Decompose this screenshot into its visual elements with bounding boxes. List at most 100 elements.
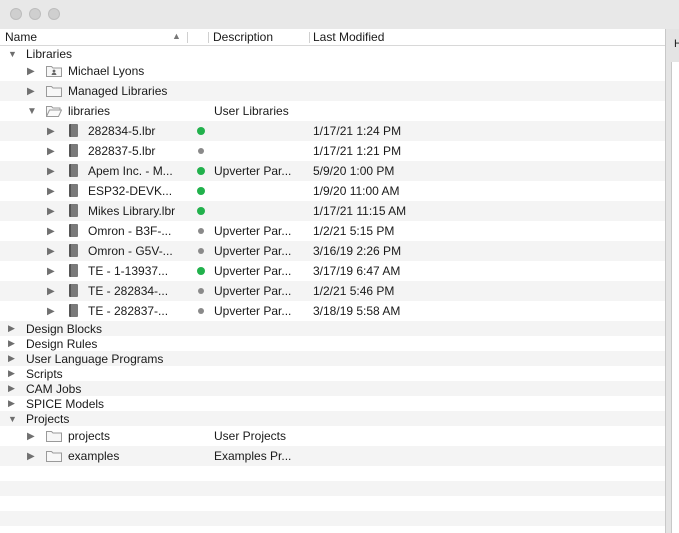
status-dot-icon — [198, 288, 204, 294]
folder-icon — [46, 86, 62, 97]
disclosure-collapsed-icon[interactable]: ▶ — [8, 398, 15, 409]
library-book-icon — [69, 124, 78, 137]
folder-icon — [46, 431, 62, 442]
library-row[interactable]: ▶ TE - 282837-... Upverter Par... 3/18/1… — [0, 301, 665, 321]
library-row[interactable]: ▶ Omron - B3F-... Upverter Par... 1/2/21… — [0, 221, 665, 241]
disclosure-collapsed-icon[interactable]: ▶ — [8, 383, 15, 394]
library-book-icon — [69, 284, 78, 297]
description-cell: Examples Pr... — [214, 449, 292, 463]
description-cell: Upverter Par... — [214, 284, 292, 298]
disclosure-collapsed-icon[interactable]: ▶ — [8, 338, 15, 349]
disclosure-collapsed-icon[interactable]: ▶ — [47, 126, 55, 137]
disclosure-collapsed-icon[interactable]: ▶ — [47, 286, 55, 297]
disclosure-collapsed-icon[interactable]: ▶ — [47, 206, 55, 217]
tree-row-libraries-folder[interactable]: ▼ libraries User Libraries — [0, 101, 665, 121]
tree-row-projects[interactable]: ▼ Projects — [0, 411, 665, 426]
library-row[interactable]: ▶ 282837-5.lbr 1/17/21 1:21 PM — [0, 141, 665, 161]
disclosure-collapsed-icon[interactable]: ▶ — [8, 353, 15, 364]
tree-row-design-blocks[interactable]: ▶ Design Blocks — [0, 321, 665, 336]
library-book-icon — [69, 144, 78, 157]
column-header: Name ▲ Description Last Modified — [0, 29, 665, 46]
column-last-modified[interactable]: Last Modified — [313, 30, 384, 44]
library-row[interactable]: ▶ 282834-5.lbr 1/17/21 1:24 PM — [0, 121, 665, 141]
library-row[interactable]: ▶ Mikes Library.lbr 1/17/21 11:15 AM — [0, 201, 665, 221]
disclosure-collapsed-icon[interactable]: ▶ — [47, 266, 55, 277]
category-label: Libraries — [26, 47, 73, 61]
status-dot-icon — [197, 187, 205, 195]
tree-row-spice-models[interactable]: ▶ SPICE Models — [0, 396, 665, 411]
folder-label: Michael Lyons — [68, 64, 145, 78]
library-book-icon — [69, 264, 78, 277]
disclosure-collapsed-icon[interactable]: ▶ — [47, 306, 55, 317]
open-folder-icon — [46, 106, 62, 117]
preview-pane-label: H — [674, 38, 679, 50]
disclosure-collapsed-icon[interactable]: ▶ — [8, 368, 15, 379]
user-folder-icon — [46, 66, 62, 77]
disclosure-collapsed-icon[interactable]: ▶ — [47, 146, 55, 157]
disclosure-collapsed-icon[interactable]: ▶ — [27, 451, 35, 462]
status-dot-icon — [197, 267, 205, 275]
tree-row-managed-libraries[interactable]: ▶ Managed Libraries — [0, 81, 665, 101]
empty-row — [0, 526, 665, 533]
library-name: Mikes Library.lbr — [88, 204, 176, 218]
tree-row-examples-folder[interactable]: ▶ examples Examples Pr... — [0, 446, 665, 466]
modified-cell: 1/9/20 11:00 AM — [313, 184, 400, 198]
sort-ascending-icon[interactable]: ▲ — [172, 31, 181, 41]
modified-cell: 5/9/20 1:00 PM — [313, 164, 395, 178]
category-label: User Language Programs — [26, 352, 164, 366]
modified-cell: 3/18/19 5:58 AM — [313, 304, 401, 318]
disclosure-expanded-icon[interactable]: ▼ — [8, 414, 17, 424]
status-dot-icon — [197, 207, 205, 215]
close-button[interactable] — [10, 8, 22, 20]
disclosure-collapsed-icon[interactable]: ▶ — [47, 246, 55, 257]
library-row[interactable]: ▶ TE - 1-13937... Upverter Par... 3/17/1… — [0, 261, 665, 281]
library-name: 282837-5.lbr — [88, 144, 156, 158]
zoom-button[interactable] — [48, 8, 60, 20]
tree-row-cam-jobs[interactable]: ▶ CAM Jobs — [0, 381, 665, 396]
column-separator — [187, 32, 188, 43]
disclosure-collapsed-icon[interactable]: ▶ — [47, 186, 55, 197]
minimize-button[interactable] — [29, 8, 41, 20]
library-book-icon — [69, 204, 78, 217]
preview-pane: H — [666, 29, 679, 533]
library-row[interactable]: ▶ TE - 282834-... Upverter Par... 1/2/21… — [0, 281, 665, 301]
library-row[interactable]: ▶ Apem Inc. - M... Upverter Par... 5/9/2… — [0, 161, 665, 181]
tree-row-user-language-programs[interactable]: ▶ User Language Programs — [0, 351, 665, 366]
tree-panel: Name ▲ Description Last Modified ▼ Libra… — [0, 29, 666, 533]
tree-row-design-rules[interactable]: ▶ Design Rules — [0, 336, 665, 351]
tree-row-libraries[interactable]: ▼ Libraries — [0, 46, 665, 61]
disclosure-collapsed-icon[interactable]: ▶ — [27, 86, 35, 97]
disclosure-expanded-icon[interactable]: ▼ — [8, 49, 17, 59]
column-name[interactable]: Name — [5, 30, 37, 44]
folder-label: projects — [68, 429, 111, 443]
library-book-icon — [69, 224, 78, 237]
disclosure-expanded-icon[interactable]: ▼ — [27, 106, 37, 117]
description-cell: Upverter Par... — [214, 224, 292, 238]
disclosure-collapsed-icon[interactable]: ▶ — [47, 166, 55, 177]
disclosure-collapsed-icon[interactable]: ▶ — [47, 226, 55, 237]
status-dot-icon — [198, 308, 204, 314]
column-description[interactable]: Description — [213, 30, 273, 44]
library-name: 282834-5.lbr — [88, 124, 156, 138]
category-label: Design Rules — [26, 337, 98, 351]
folder-label: Managed Libraries — [68, 84, 168, 98]
library-row[interactable]: ▶ ESP32-DEVK... 1/9/20 11:00 AM — [0, 181, 665, 201]
description-cell: Upverter Par... — [214, 264, 292, 278]
disclosure-collapsed-icon[interactable]: ▶ — [27, 66, 35, 77]
empty-row — [0, 481, 665, 496]
library-book-icon — [69, 184, 78, 197]
category-label: Projects — [26, 412, 70, 426]
empty-row — [0, 511, 665, 526]
description-cell: Upverter Par... — [214, 304, 292, 318]
category-label: CAM Jobs — [26, 382, 82, 396]
modified-cell: 1/2/21 5:46 PM — [313, 284, 395, 298]
column-separator — [309, 32, 310, 43]
empty-row — [0, 496, 665, 511]
disclosure-collapsed-icon[interactable]: ▶ — [8, 323, 15, 334]
disclosure-collapsed-icon[interactable]: ▶ — [27, 431, 35, 442]
tree-row-projects-folder[interactable]: ▶ projects User Projects — [0, 426, 665, 446]
tree-row-scripts[interactable]: ▶ Scripts — [0, 366, 665, 381]
status-dot-icon — [198, 228, 204, 234]
tree-row-michael-lyons[interactable]: ▶ Michael Lyons — [0, 61, 665, 81]
library-row[interactable]: ▶ Omron - G5V-... Upverter Par... 3/16/1… — [0, 241, 665, 261]
